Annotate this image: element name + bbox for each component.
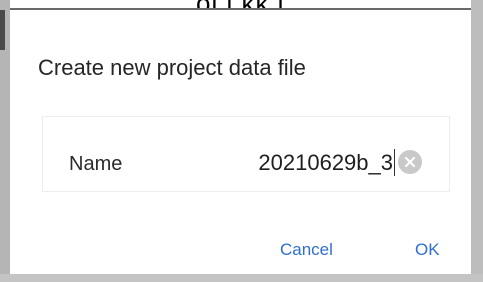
dialog-actions: Cancel OK — [10, 240, 471, 270]
scrim-right-edge — [471, 0, 483, 282]
name-input[interactable] — [243, 149, 393, 177]
name-field-row: Name — [42, 116, 450, 192]
text-caret — [394, 149, 395, 176]
cancel-button[interactable]: Cancel — [280, 240, 333, 260]
name-field-label: Name — [69, 153, 123, 175]
scrim-bottom-edge — [0, 274, 483, 282]
create-file-dialog: Create new project data file Name Cancel… — [10, 8, 471, 274]
scrim-left-shadow — [0, 10, 5, 50]
dialog-title: Create new project data file — [38, 55, 306, 80]
screen: ol.l.kk l Create new project data file N… — [0, 0, 483, 282]
clear-text-icon[interactable] — [398, 150, 422, 174]
clear-x-glyph — [404, 156, 416, 168]
ok-button[interactable]: OK — [415, 240, 440, 260]
